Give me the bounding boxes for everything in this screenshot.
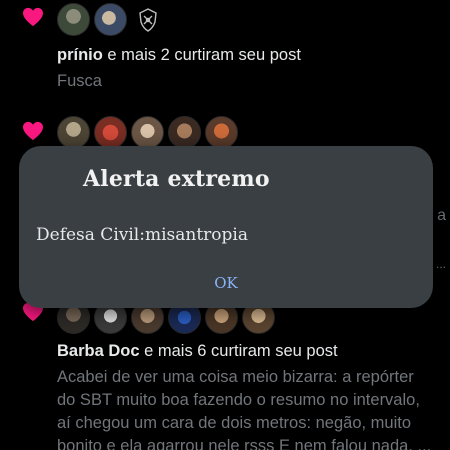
post-snippet-line: Acabei de ver uma coisa meio bizarra: a …: [57, 368, 414, 386]
post-snippet: Fusca: [57, 72, 102, 90]
alert-dialog: Alerta extremo Defesa Civil:misantropia …: [19, 146, 433, 308]
post-snippet-line: do SBT muito boa fazendo o resumo no int…: [57, 391, 420, 409]
notification-user[interactable]: Barba Doc: [57, 342, 140, 360]
liker-avatars: [57, 116, 238, 149]
notification-text[interactable]: Barba Doc e mais 6 curtiram seu post: [57, 340, 442, 362]
heart-icon: [23, 7, 43, 27]
post-snippet-line: bonito e ela agarrou nele rsss E nem fal…: [57, 437, 432, 450]
notification-text[interactable]: prínio e mais 2 curtiram seu post: [57, 44, 442, 66]
dialog-message: Defesa Civil:misantropia: [36, 225, 248, 245]
avatar[interactable]: [94, 116, 127, 149]
post-snippet-line: aí chegou um cara de dois metros: negão,…: [57, 414, 412, 432]
avatar[interactable]: [131, 116, 164, 149]
notification-action: e mais 6 curtiram seu post: [139, 342, 338, 360]
heart-icon: [23, 121, 43, 141]
avatar[interactable]: [57, 116, 90, 149]
notification-user[interactable]: prínio: [57, 46, 103, 64]
notifications-screen: prínio e mais 2 curtiram seu post Fusca …: [0, 0, 450, 450]
notification-action: e mais 2 curtiram seu post: [102, 46, 301, 64]
avatar[interactable]: [205, 116, 238, 149]
avatar[interactable]: [94, 3, 127, 36]
avatar[interactable]: [57, 3, 90, 36]
soccer-crest-icon: [139, 7, 157, 32]
avatar[interactable]: [168, 116, 201, 149]
obscured-text-fragment: a: [437, 207, 446, 224]
obscured-text-fragment: ...: [435, 257, 446, 271]
ok-button[interactable]: OK: [204, 270, 248, 296]
liker-avatars: [57, 3, 161, 36]
dialog-title: Alerta extremo: [83, 166, 270, 192]
